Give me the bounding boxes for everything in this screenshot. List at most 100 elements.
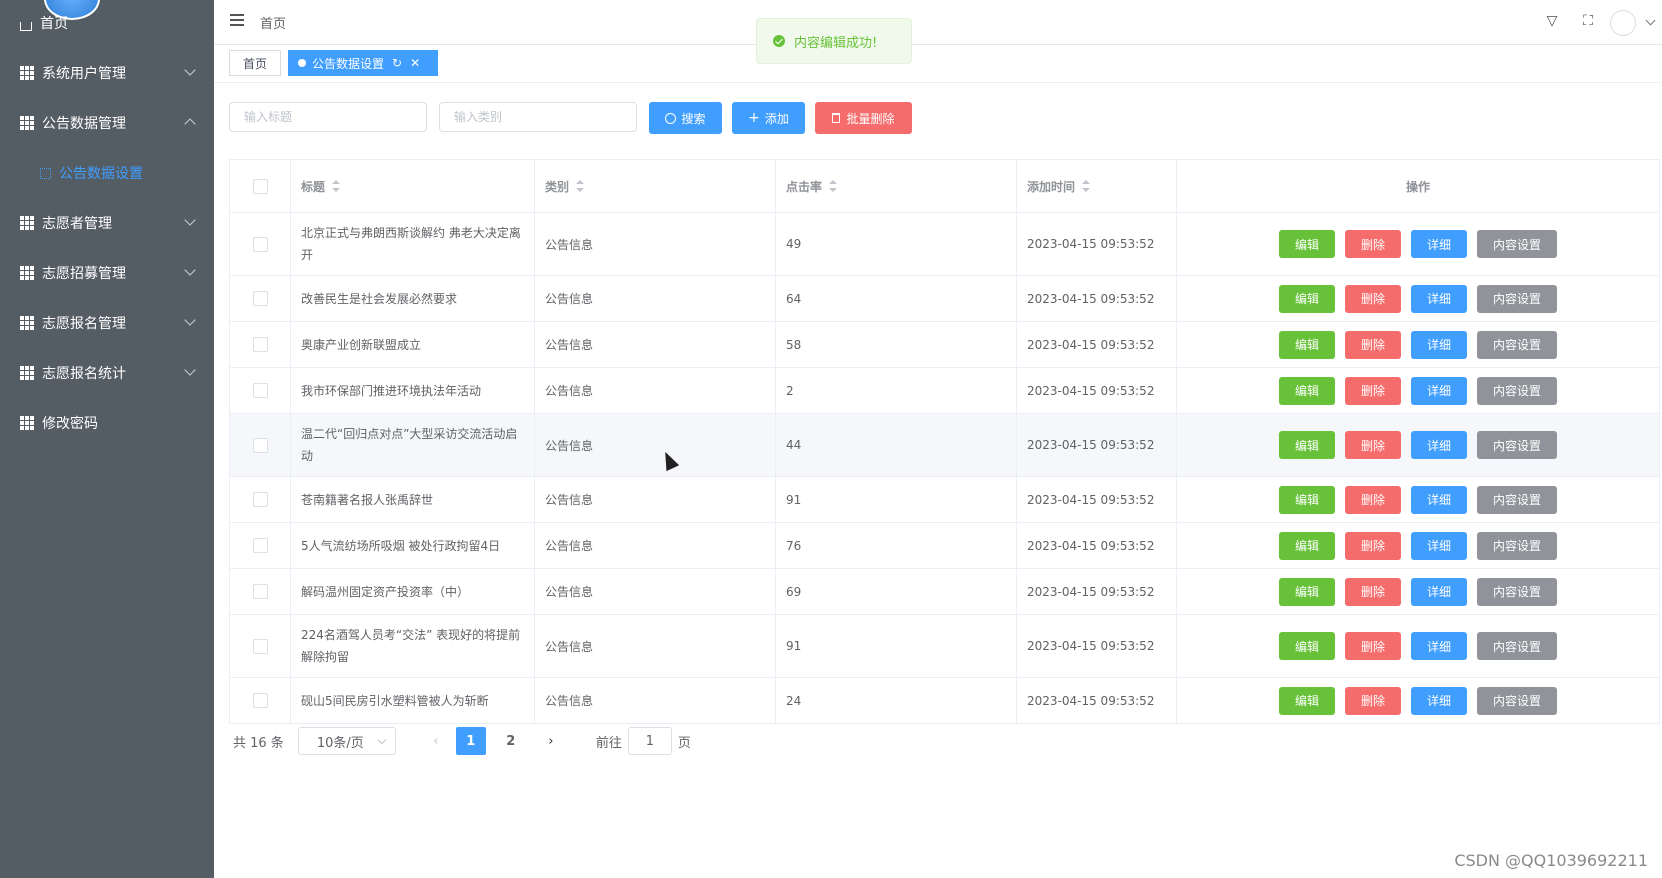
edit-button[interactable]: 编辑 <box>1279 284 1335 313</box>
detail-button[interactable]: 详细 <box>1411 686 1467 715</box>
sidebar-item-notice-settings[interactable]: 公告数据设置 <box>0 148 214 198</box>
detail-button[interactable]: 详细 <box>1411 632 1467 660</box>
detail-button[interactable]: 详细 <box>1411 284 1467 313</box>
content-settings-button[interactable]: 内容设置 <box>1477 632 1557 660</box>
sidebar-item-recruitment[interactable]: 志愿招募管理 <box>0 248 214 298</box>
sidebar-item-volunteers[interactable]: 志愿者管理 <box>0 198 214 248</box>
add-button[interactable]: + 添加 <box>732 102 805 134</box>
detail-button[interactable]: 详细 <box>1411 531 1467 560</box>
delete-button[interactable]: 删除 <box>1345 632 1401 660</box>
sort-icon[interactable] <box>576 180 585 192</box>
sort-icon[interactable] <box>332 180 341 192</box>
row-checkbox[interactable] <box>252 693 268 708</box>
notice-time: 2023-04-15 09:53:52 <box>1027 337 1155 352</box>
fullscreen-icon[interactable]: ⛶ <box>1580 13 1596 29</box>
content-settings-button[interactable]: 内容设置 <box>1477 686 1557 715</box>
row-checkbox[interactable] <box>252 584 268 599</box>
search-button[interactable]: 搜索 <box>649 102 722 134</box>
table-row[interactable]: 温二代“回归点对点”大型采访交流活动启动 公告信息 44 2023-04-15 09:… <box>230 414 1660 477</box>
table-row[interactable]: 224名酒驾人员考“交法” 表现好的将提前解除拘留 公告信息 91 2023-04-1… <box>230 615 1660 678</box>
content-settings-button[interactable]: 内容设置 <box>1477 330 1557 359</box>
delete-button[interactable]: 删除 <box>1345 431 1401 459</box>
sidebar-item-notice-data[interactable]: 公告数据管理 <box>0 98 214 148</box>
sort-icon[interactable] <box>1082 180 1091 192</box>
select-all-checkbox[interactable] <box>252 178 268 194</box>
edit-button[interactable]: 编辑 <box>1279 230 1335 258</box>
notice-category: 公告信息 <box>545 639 594 654</box>
category-search-input[interactable]: 输入类别 <box>439 102 637 132</box>
detail-button[interactable]: 详细 <box>1411 431 1467 459</box>
row-checkbox[interactable] <box>252 538 268 553</box>
sidebar-item-registration[interactable]: 志愿报名管理 <box>0 298 214 348</box>
bulk-delete-button[interactable]: 批量删除 <box>815 102 912 134</box>
content-settings-button[interactable]: 内容设置 <box>1477 485 1557 514</box>
shirt-icon[interactable]: ▽ <box>1544 13 1560 29</box>
chevron-down-icon[interactable] <box>1645 15 1656 26</box>
sort-icon[interactable] <box>829 180 838 192</box>
delete-button[interactable]: 删除 <box>1345 577 1401 606</box>
row-checkbox[interactable] <box>252 492 268 507</box>
content-settings-button[interactable]: 内容设置 <box>1477 376 1557 405</box>
detail-button[interactable]: 详细 <box>1411 376 1467 405</box>
user-avatar[interactable] <box>1610 10 1636 36</box>
row-checkbox[interactable] <box>252 383 268 398</box>
edit-button[interactable]: 编辑 <box>1279 686 1335 715</box>
sidebar-item-change-password[interactable]: 修改密码 <box>0 398 214 448</box>
row-checkbox[interactable] <box>252 291 268 306</box>
tab-home[interactable]: 首页 <box>229 50 281 76</box>
notice-time: 2023-04-15 09:53:52 <box>1027 693 1155 708</box>
next-page-button[interactable]: › <box>536 734 566 749</box>
table-row[interactable]: 5人气流纺场所吸烟 被处行政拘留4日 公告信息 76 2023-04-15 09:53… <box>230 523 1660 569</box>
page-button[interactable]: 1 <box>455 727 486 755</box>
detail-button[interactable]: 详细 <box>1411 485 1467 514</box>
delete-button[interactable]: 删除 <box>1345 485 1401 514</box>
page-size-select[interactable]: 10条/页 <box>297 727 396 755</box>
delete-button[interactable]: 删除 <box>1345 284 1401 313</box>
row-checkbox[interactable] <box>252 337 268 352</box>
sidebar-item-system-users[interactable]: 系统用户管理 <box>0 48 214 98</box>
prev-page-button[interactable]: ‹ <box>426 734 446 749</box>
content-settings-button[interactable]: 内容设置 <box>1477 431 1557 459</box>
row-checkbox[interactable] <box>252 638 268 654</box>
detail-button[interactable]: 详细 <box>1411 230 1467 258</box>
content-settings-button[interactable]: 内容设置 <box>1477 577 1557 606</box>
content-settings-button[interactable]: 内容设置 <box>1477 531 1557 560</box>
table-row[interactable]: 改善民生是社会发展必然要求 公告信息 64 2023-04-15 09:53:52 编辑… <box>230 276 1660 322</box>
goto-page-input[interactable]: 1 <box>627 727 672 755</box>
edit-button[interactable]: 编辑 <box>1279 531 1335 560</box>
delete-button[interactable]: 删除 <box>1345 686 1401 715</box>
table-row[interactable]: 苍南籍著名报人张禹辞世 公告信息 91 2023-04-15 09:53:52 编辑 删除… <box>230 477 1660 523</box>
edit-button[interactable]: 编辑 <box>1279 330 1335 359</box>
delete-button[interactable]: 删除 <box>1345 376 1401 405</box>
content-settings-button[interactable]: 内容设置 <box>1477 230 1557 258</box>
close-icon[interactable]: ✕ <box>410 56 420 70</box>
table-row[interactable]: 砚山5间民房引水塑料管被人为斩断 公告信息 24 2023-04-15 09:53:5… <box>230 678 1660 724</box>
table-row[interactable]: 我市环保部门推进环境执法年活动 公告信息 2 2023-04-15 09:53:52 编… <box>230 368 1660 414</box>
edit-button[interactable]: 编辑 <box>1279 577 1335 606</box>
page-button[interactable]: 2 <box>496 727 526 755</box>
table-row[interactable]: 解码温州固定资产投资率（中） 公告信息 69 2023-04-15 09:53:52 编… <box>230 569 1660 615</box>
content-settings-button[interactable]: 内容设置 <box>1477 284 1557 313</box>
sidebar-item-statistics[interactable]: 志愿报名统计 <box>0 348 214 398</box>
refresh-icon[interactable]: ↻ <box>392 56 402 70</box>
menu-toggle-icon[interactable] <box>230 14 244 26</box>
delete-button[interactable]: 删除 <box>1345 531 1401 560</box>
delete-button[interactable]: 删除 <box>1345 230 1401 258</box>
notice-clicks: 44 <box>786 438 802 452</box>
tab-notice-settings[interactable]: 公告数据设置 ↻ ✕ <box>288 50 438 76</box>
detail-button[interactable]: 详细 <box>1411 577 1467 606</box>
detail-button[interactable]: 详细 <box>1411 330 1467 359</box>
notice-category: 公告信息 <box>545 438 594 453</box>
title-search-input[interactable]: 输入标题 <box>229 102 427 132</box>
edit-button[interactable]: 编辑 <box>1279 431 1335 459</box>
edit-button[interactable]: 编辑 <box>1279 376 1335 405</box>
table-row[interactable]: 奥康产业创新联盟成立 公告信息 58 2023-04-15 09:53:52 编辑 删除详… <box>230 322 1660 368</box>
table-row[interactable]: 北京正式与弗朗西斯谈解约 弗老大决定离开 公告信息 49 2023-04-15 09:… <box>230 213 1660 276</box>
edit-button[interactable]: 编辑 <box>1279 632 1335 660</box>
row-checkbox[interactable] <box>252 437 268 453</box>
row-checkbox[interactable] <box>252 236 268 252</box>
notice-category: 公告信息 <box>545 585 594 599</box>
delete-button[interactable]: 删除 <box>1345 330 1401 359</box>
edit-button[interactable]: 编辑 <box>1279 485 1335 514</box>
sidebar-item-home[interactable]: 首页 <box>0 0 214 46</box>
